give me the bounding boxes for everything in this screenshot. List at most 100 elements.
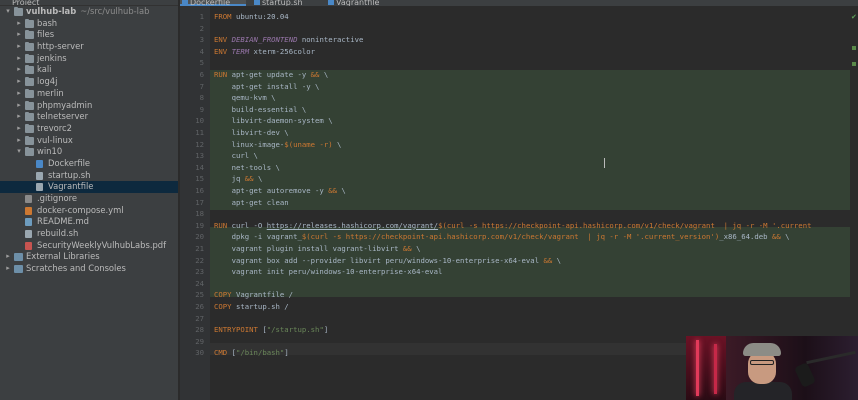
tree-item-bash[interactable]: ▸ bash: [0, 18, 178, 30]
code-line[interactable]: net-tools \: [214, 162, 280, 174]
tree-item-http-server[interactable]: ▸ http-server: [0, 41, 178, 53]
tree-item-label: SecurityWeeklyVulhubLabs.pdf: [37, 239, 167, 250]
code-line[interactable]: qemu-kvm \: [214, 92, 276, 104]
code-line[interactable]: curl \: [214, 150, 258, 162]
code-line[interactable]: COPY startup.sh /: [214, 301, 289, 313]
tree-item-scratches-and-consoles[interactable]: ▸ Scratches and Consoles: [0, 263, 178, 275]
line-number: 3: [199, 35, 204, 45]
line-number: 2: [199, 23, 204, 33]
code-token: https://releases.hashicorp.com/vagrant/: [266, 220, 439, 230]
code-line[interactable]: linux-image-$(uname -r) \: [214, 139, 342, 151]
tree-item-rebuild-sh[interactable]: rebuild.sh: [0, 228, 178, 240]
tree-item-docker-compose-yml[interactable]: docker-compose.yml: [0, 205, 178, 217]
line-number: 12: [195, 139, 204, 149]
tree-item-readme-md[interactable]: README.md: [0, 216, 178, 228]
tree-item-label: merlin: [37, 87, 64, 98]
tree-item-phpmyadmin[interactable]: ▸ phpmyadmin: [0, 100, 178, 112]
chevron-right-icon[interactable]: ▸: [15, 76, 23, 88]
chevron-right-icon[interactable]: ▸: [15, 123, 23, 135]
presenter-glasses: [750, 360, 774, 365]
code-line[interactable]: libvirt-dev \: [214, 127, 289, 139]
chevron-right-icon[interactable]: ▸: [15, 53, 23, 65]
inspection-ok-icon[interactable]: ✔: [851, 14, 857, 21]
tree-item-vagrantfile[interactable]: Vagrantfile: [0, 181, 178, 193]
code-token: noninteractive: [297, 35, 364, 45]
code-token: \: [780, 232, 790, 242]
chevron-down-icon[interactable]: ▾: [15, 146, 23, 158]
code-line[interactable]: build-essential \: [214, 104, 307, 116]
tree-item-dockerfile[interactable]: Dockerfile: [0, 158, 178, 170]
code-token: curl -O: [231, 220, 267, 230]
code-token: qemu-kvm \: [214, 93, 276, 103]
tree-item-telnetserver[interactable]: ▸ telnetserver: [0, 111, 178, 123]
code-line[interactable]: dpkg -i vagrant_$(curl -s https://checkp…: [214, 231, 790, 243]
chevron-down-icon[interactable]: ▾: [4, 6, 12, 18]
code-token: &&: [771, 232, 781, 242]
tree-item-files[interactable]: ▸ files: [0, 29, 178, 41]
code-token: $(curl -s https://checkpoint-api.hashico…: [438, 220, 812, 230]
code-line[interactable]: libvirt-daemon-system \: [214, 115, 333, 127]
tree-item-vul-linux[interactable]: ▸ vul-linux: [0, 135, 178, 147]
tree-item-vulhub-lab[interactable]: ▾ vulhub-lab ~/src/vulhub-lab: [0, 6, 178, 18]
code-line[interactable]: ENV DEBIAN_FRONTEND noninteractive: [214, 34, 363, 46]
chevron-right-icon[interactable]: ▸: [15, 100, 23, 112]
chevron-right-icon[interactable]: ▸: [15, 29, 23, 41]
tree-item-label: phpmyadmin: [37, 99, 93, 110]
code-line[interactable]: apt-get clean: [214, 197, 289, 209]
code-token: apt-get install -y \: [214, 81, 320, 91]
chevron-right-icon[interactable]: ▸: [15, 41, 23, 53]
chevron-right-icon[interactable]: ▸: [4, 263, 12, 275]
code-line[interactable]: ENTRYPOINT ["/startup.sh"]: [214, 324, 328, 336]
chevron-right-icon[interactable]: ▸: [15, 88, 23, 100]
line-number: 10: [195, 116, 204, 126]
code-token: vagrant box add --provider libvirt peru/…: [214, 255, 544, 265]
code-line[interactable]: RUN curl -O https://releases.hashicorp.c…: [214, 220, 812, 232]
folder-icon: [25, 77, 34, 87]
sh-file-icon: [25, 230, 32, 239]
tree-item-gitignore[interactable]: .gitignore: [0, 193, 178, 205]
line-number: 7: [199, 81, 204, 91]
code-line[interactable]: CMD ["/bin/bash"]: [214, 347, 289, 359]
tree-item-startup-sh[interactable]: startup.sh: [0, 170, 178, 182]
code-line[interactable]: apt-get install -y \: [214, 81, 320, 93]
tree-item-external-libraries[interactable]: ▸ External Libraries: [0, 251, 178, 263]
tree-item-trevorc2[interactable]: ▸ trevorc2: [0, 123, 178, 135]
library-icon: [14, 265, 23, 274]
tree-item-jenkins[interactable]: ▸ jenkins: [0, 53, 178, 65]
code-line[interactable]: ENV TERM xterm-256color: [214, 46, 315, 58]
chevron-right-icon[interactable]: ▸: [15, 18, 23, 30]
code-line[interactable]: vagrant box add --provider libvirt peru/…: [214, 255, 562, 267]
line-number: 14: [195, 162, 204, 172]
code-line[interactable]: FROM ubuntu:20.04: [214, 11, 289, 23]
file-tab-icon: [328, 0, 334, 5]
code-line[interactable]: RUN apt-get update -y && \: [214, 69, 328, 81]
line-number: 28: [195, 325, 204, 335]
line-number: 8: [199, 93, 204, 103]
code-token: apt-get clean: [214, 197, 289, 207]
chevron-right-icon[interactable]: ▸: [4, 251, 12, 263]
line-number: 25: [195, 290, 204, 300]
code-line[interactable]: vagrant plugin install vagrant-libvirt &…: [214, 243, 421, 255]
code-token: Vagrantfile /: [235, 290, 294, 300]
code-token: \: [552, 255, 562, 265]
code-token: CMD: [214, 348, 232, 358]
chevron-right-icon[interactable]: ▸: [15, 135, 23, 147]
code-line[interactable]: jq && \: [214, 173, 263, 185]
chevron-right-icon[interactable]: ▸: [15, 64, 23, 76]
tree-item-win10[interactable]: ▾ win10: [0, 146, 178, 158]
code-line[interactable]: vagrant init peru/windows-10-enterprise-…: [214, 266, 443, 278]
tree-item-securityweeklyvulhublabs-pdf[interactable]: SecurityWeeklyVulhubLabs.pdf: [0, 240, 178, 252]
tree-item-kali[interactable]: ▸ kali: [0, 64, 178, 76]
yml-file-icon: [25, 206, 32, 215]
tree-item-merlin[interactable]: ▸ merlin: [0, 88, 178, 100]
code-token: ENV: [214, 35, 232, 45]
project-tree: ▾ vulhub-lab ~/src/vulhub-lab ▸ bash ▸ files ▸ h…: [0, 6, 178, 275]
line-number: 11: [195, 128, 204, 137]
code-token: linux-image-: [214, 139, 285, 149]
tree-item-log4j[interactable]: ▸ log4j: [0, 76, 178, 88]
code-token: \: [337, 186, 346, 195]
code-line[interactable]: COPY Vagrantfile /: [214, 289, 293, 301]
chevron-right-icon[interactable]: ▸: [15, 111, 23, 123]
code-token: \: [411, 244, 421, 253]
code-line[interactable]: apt-get autoremove -y && \: [214, 185, 346, 197]
